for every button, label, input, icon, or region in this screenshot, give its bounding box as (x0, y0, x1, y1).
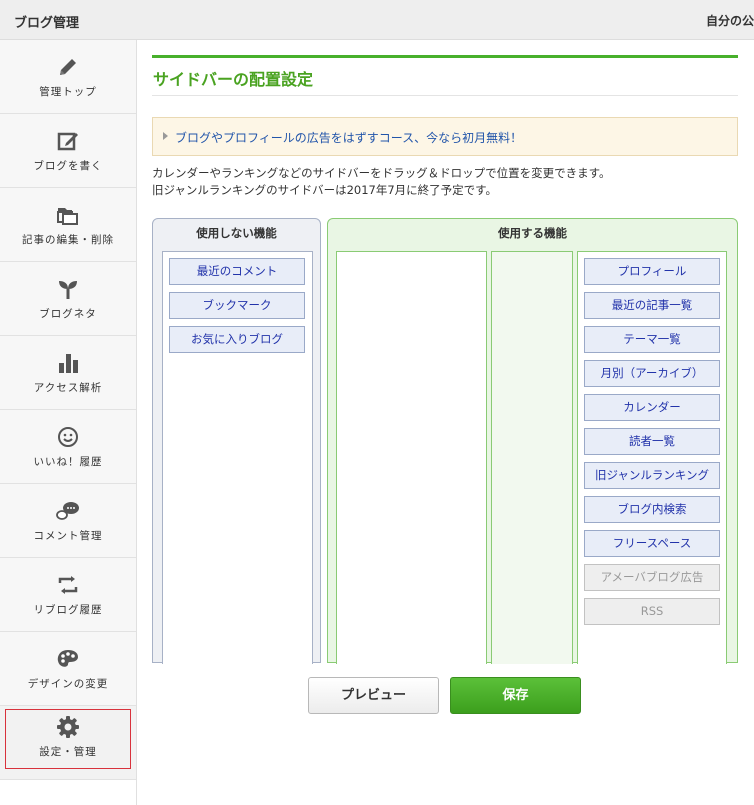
bar-chart-icon (0, 350, 136, 376)
used-features-panel: 使用する機能 プロフィール 最近の記事一覧 テーマ一覧 月別（アーカイブ） カレ… (327, 218, 738, 664)
module-reader-list[interactable]: 読者一覧 (584, 428, 720, 455)
sidebar-item-label: ブログを書く (33, 160, 103, 172)
description-line: 旧ジャンルランキングのサイドバーは2017年7月に終了予定です。 (152, 183, 498, 197)
description: カレンダーやランキングなどのサイドバーをドラッグ＆ドロップで位置を変更できます。… (152, 165, 738, 199)
compose-icon (0, 128, 136, 154)
sidebar-item-label: いいね！履歴 (33, 456, 103, 468)
module-theme-list[interactable]: テーマ一覧 (584, 326, 720, 353)
module-profile[interactable]: プロフィール (584, 258, 720, 285)
sidebar-item-edit-delete[interactable]: 記事の編集・削除 (0, 188, 136, 262)
palette-icon (0, 646, 136, 672)
sidebar-item-like-history[interactable]: いいね！履歴 (0, 410, 136, 484)
sidebar-item-label: アクセス解析 (33, 382, 103, 394)
top-bar: ブログ管理 自分の公開 (0, 0, 754, 40)
save-button[interactable]: 保存 (450, 677, 581, 714)
sidebar-item-design-change[interactable]: デザインの変更 (0, 632, 136, 706)
module-recent-articles[interactable]: 最近の記事一覧 (584, 292, 720, 319)
module-old-genre-ranking[interactable]: 旧ジャンルランキング (584, 462, 720, 489)
module-monthly-archive[interactable]: 月別（アーカイブ） (584, 360, 720, 387)
module-bookmark[interactable]: ブックマーク (169, 292, 305, 319)
title-divider (152, 95, 738, 96)
sprout-icon (0, 276, 136, 302)
description-line: カレンダーやランキングなどのサイドバーをドラッグ＆ドロップで位置を変更できます。 (152, 166, 611, 180)
used-column-middle[interactable] (491, 251, 573, 664)
sidebar-item-comment-management[interactable]: コメント管理 (0, 484, 136, 558)
sidebar-item-label: 記事の編集・削除 (22, 234, 114, 246)
pencil-icon (0, 54, 136, 80)
triangle-bullet-icon (163, 132, 168, 140)
gear-icon (0, 714, 136, 740)
promo-link[interactable]: ブログやプロフィールの広告をはずすコース、今なら初月無料！ (175, 129, 522, 146)
reblog-icon (0, 572, 136, 598)
promo-banner: ブログやプロフィールの広告をはずすコース、今なら初月無料！ (152, 117, 738, 156)
folders-icon (0, 202, 136, 228)
unused-features-heading: 使用しない機能 (196, 226, 277, 240)
page-title: サイドバーの配置設定 (153, 70, 314, 89)
sidebar-item-label: デザインの変更 (27, 678, 109, 690)
own-public-link[interactable]: 自分の公開 (706, 12, 754, 29)
sidebar-item-write-blog[interactable]: ブログを書く (0, 114, 136, 188)
chat-icon (0, 498, 136, 524)
preview-button[interactable]: プレビュー (308, 677, 439, 714)
sidebar-item-label: リブログ履歴 (33, 604, 103, 616)
sidebar-item-settings[interactable]: 設定・管理 (0, 706, 136, 780)
sidebar-item-access-analysis[interactable]: アクセス解析 (0, 336, 136, 410)
sidebar-item-label: 管理トップ (39, 86, 97, 98)
module-free-space[interactable]: フリースペース (584, 530, 720, 557)
title-rule (152, 55, 738, 58)
used-column-right[interactable]: プロフィール 最近の記事一覧 テーマ一覧 月別（アーカイブ） カレンダー 読者一… (577, 251, 727, 664)
module-favorite-blogs[interactable]: お気に入りブログ (169, 326, 305, 353)
sidebar-spacer (0, 780, 136, 805)
sidebar-item-reblog-history[interactable]: リブログ履歴 (0, 558, 136, 632)
sidebar: 管理トップ ブログを書く 記事の編集・削除 ブログネタ アクセス解析 いいね！履… (0, 40, 137, 805)
sidebar-item-label: 設定・管理 (39, 746, 97, 758)
smiley-icon (0, 424, 136, 450)
module-ameba-ad: アメーバブログ広告 (584, 564, 720, 591)
unused-features-panel: 使用しない機能 最近のコメント ブックマーク お気に入りブログ (152, 218, 321, 664)
module-recent-comments[interactable]: 最近のコメント (169, 258, 305, 285)
used-column-left[interactable] (336, 251, 487, 664)
used-features-heading: 使用する機能 (498, 226, 567, 240)
module-blog-search[interactable]: ブログ内検索 (584, 496, 720, 523)
sidebar-item-label: コメント管理 (33, 530, 103, 542)
sidebar-item-label: ブログネタ (39, 308, 97, 320)
unused-features-column[interactable]: 最近のコメント ブックマーク お気に入りブログ (162, 251, 313, 664)
sidebar-item-blog-neta[interactable]: ブログネタ (0, 262, 136, 336)
module-calendar[interactable]: カレンダー (584, 394, 720, 421)
app-title: ブログ管理 (14, 16, 80, 31)
sidebar-item-admin-top[interactable]: 管理トップ (0, 40, 136, 114)
module-rss: RSS (584, 598, 720, 625)
